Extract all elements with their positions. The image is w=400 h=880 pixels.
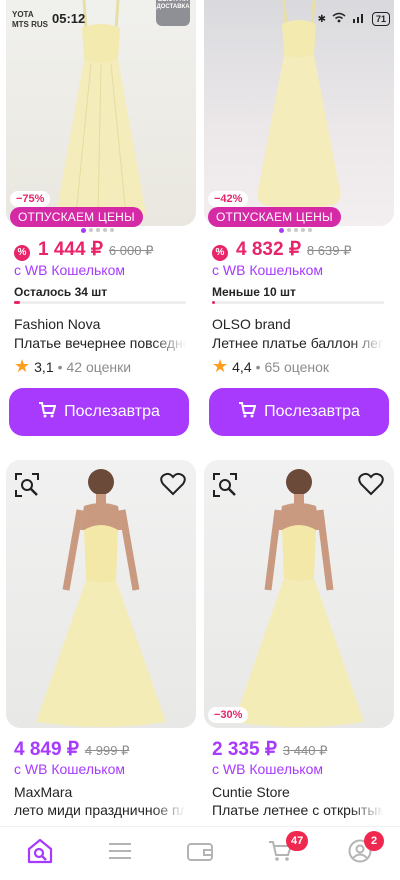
home-search-icon: [26, 838, 54, 869]
nav-profile[interactable]: 2: [320, 827, 400, 880]
product-brand: MaxMara: [14, 784, 73, 800]
wallet-price-note: с WB Кошельком: [212, 761, 323, 777]
visual-search-icon[interactable]: [212, 472, 240, 500]
old-price: 3 440 ₽: [282, 743, 328, 758]
visual-search-icon[interactable]: [14, 472, 42, 500]
nav-catalog[interactable]: [80, 827, 160, 880]
favorite-heart-icon[interactable]: [160, 472, 188, 500]
profile-count-badge: 2: [364, 831, 384, 851]
product-card[interactable]: 4 849 ₽ 4 999 ₽ с WB Кошельком MaxMara л…: [6, 0, 196, 830]
product-brand: Cuntie Store: [212, 784, 290, 800]
nav-cart[interactable]: 47: [240, 827, 320, 880]
product-card[interactable]: −30% 2 335 ₽ 3 440 ₽ с WB Кошельком Cunt…: [204, 0, 394, 830]
product-title: лето миди праздничное платье: [14, 802, 186, 818]
price-row: 4 849 ₽ 4 999 ₽: [14, 738, 129, 761]
old-price: 4 999 ₽: [84, 743, 130, 758]
current-price: 4 849 ₽: [14, 739, 79, 760]
product-title: Платье летнее с открытыми плечами: [212, 802, 384, 818]
nav-wallet[interactable]: [160, 827, 240, 880]
wallet-price-note: с WB Кошельком: [14, 761, 125, 777]
price-row: 2 335 ₽ 3 440 ₽: [212, 738, 327, 761]
favorite-heart-icon[interactable]: [358, 472, 386, 500]
product-image[interactable]: [204, 460, 394, 728]
current-price: 2 335 ₽: [212, 739, 277, 760]
model-dress-illustration: [234, 469, 364, 727]
wallet-icon: [187, 841, 213, 866]
product-image[interactable]: [6, 460, 196, 728]
nav-home[interactable]: [0, 827, 80, 880]
cart-count-badge: 47: [286, 831, 309, 851]
menu-icon: [108, 842, 132, 865]
discount-badge: −30%: [208, 707, 249, 723]
bottom-navigation: 47 2: [0, 826, 400, 880]
model-dress-illustration: [36, 469, 166, 727]
